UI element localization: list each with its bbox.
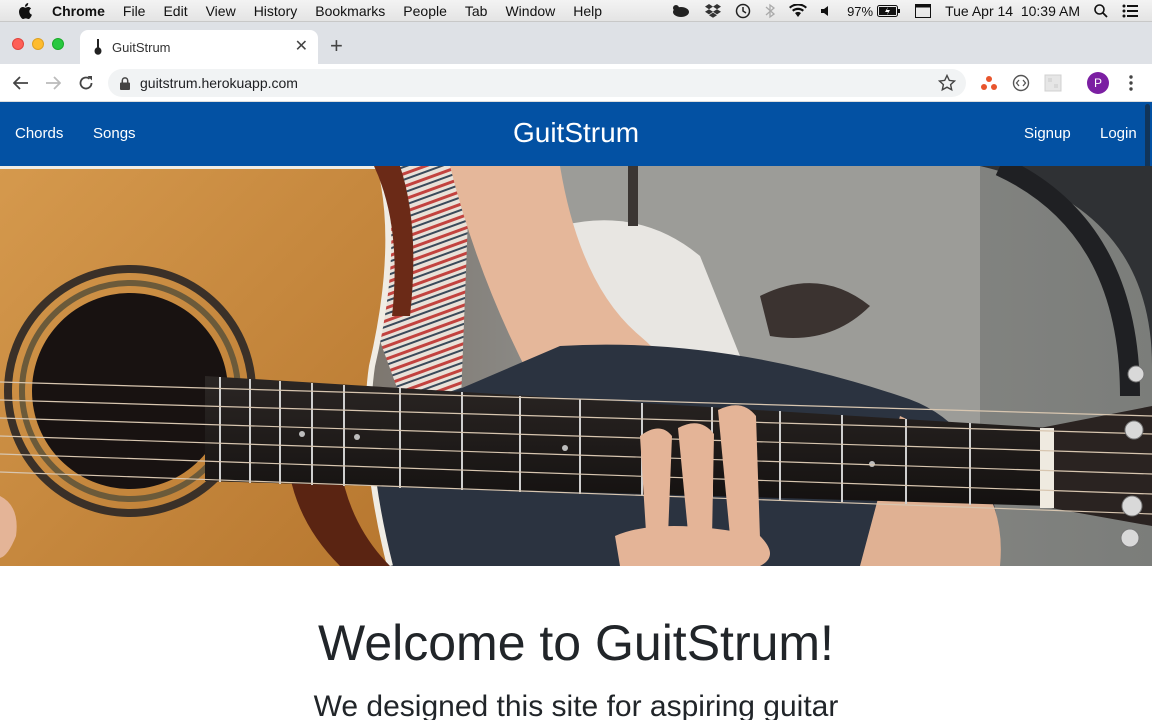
forward-icon[interactable] xyxy=(42,72,64,94)
address-bar[interactable]: guitstrum.herokuapp.com xyxy=(108,69,966,97)
back-icon[interactable] xyxy=(10,72,32,94)
hero-guitar-image xyxy=(0,166,1152,566)
battery-icon[interactable] xyxy=(877,5,901,17)
menu-history[interactable]: History xyxy=(254,3,298,19)
clock-datetime[interactable]: Tue Apr 14 10:39 AM xyxy=(945,3,1080,19)
control-center-icon[interactable] xyxy=(1122,4,1138,18)
extension-grid-icon[interactable] xyxy=(1043,73,1063,93)
menu-people[interactable]: People xyxy=(403,3,447,19)
menu-bookmarks[interactable]: Bookmarks xyxy=(315,3,385,19)
bluetooth-icon[interactable] xyxy=(765,3,776,19)
menu-view[interactable]: View xyxy=(206,3,236,19)
volume-icon[interactable] xyxy=(821,5,833,17)
extension-code-icon[interactable] xyxy=(1011,73,1031,93)
main-content: Welcome to GuitStrum! We designed this s… xyxy=(0,566,1152,720)
url-text[interactable]: guitstrum.herokuapp.com xyxy=(140,75,298,91)
window-zoom-button[interactable] xyxy=(52,38,64,50)
menu-dots-icon[interactable] xyxy=(1121,73,1141,93)
battery-percent: 97% xyxy=(847,3,874,19)
browser-toolbar: guitstrum.herokuapp.com P xyxy=(0,64,1152,102)
menu-window[interactable]: Window xyxy=(505,3,555,19)
menu-edit[interactable]: Edit xyxy=(163,3,187,19)
site-brand[interactable]: GuitStrum xyxy=(0,117,1152,149)
tab-close-icon[interactable]: ✕ xyxy=(295,38,308,56)
browser-tab-active[interactable]: GuitStrum ✕ xyxy=(80,30,318,64)
window-minimize-button[interactable] xyxy=(32,38,44,50)
menu-app-name[interactable]: Chrome xyxy=(52,3,105,19)
window-close-button[interactable] xyxy=(12,38,24,50)
wifi-icon[interactable] xyxy=(789,4,808,18)
calendar-icon[interactable] xyxy=(915,4,932,18)
menu-file[interactable]: File xyxy=(123,3,146,19)
intro-subheading: We designed this site for aspiring guita… xyxy=(313,690,839,720)
nav-link-login[interactable]: Login xyxy=(1100,125,1137,142)
nav-link-signup[interactable]: Signup xyxy=(1024,125,1071,142)
extension-network-icon[interactable] xyxy=(979,73,999,93)
dropbox-icon[interactable] xyxy=(705,4,722,18)
tab-title: GuitStrum xyxy=(112,39,171,55)
new-tab-icon[interactable]: + xyxy=(330,35,343,57)
bookmark-star-icon[interactable] xyxy=(938,74,956,92)
menu-tab[interactable]: Tab xyxy=(465,3,488,19)
welcome-heading: Welcome to GuitStrum! xyxy=(318,615,834,671)
tab-strip: GuitStrum ✕ + xyxy=(0,22,1152,64)
apple-icon[interactable] xyxy=(18,2,38,19)
reload-icon[interactable] xyxy=(75,72,97,94)
profile-avatar[interactable]: P xyxy=(1087,72,1109,94)
site-navbar: Chords Songs GuitStrum Signup Login xyxy=(0,102,1152,166)
macos-menubar: Chrome File Edit View History Bookmarks … xyxy=(0,0,1152,22)
spotlight-icon[interactable] xyxy=(1094,4,1108,18)
lock-icon[interactable] xyxy=(120,76,130,90)
finder-icon[interactable] xyxy=(671,4,691,18)
menu-help[interactable]: Help xyxy=(573,3,602,19)
guitar-favicon-icon xyxy=(94,39,102,55)
time-machine-icon[interactable] xyxy=(735,3,751,19)
